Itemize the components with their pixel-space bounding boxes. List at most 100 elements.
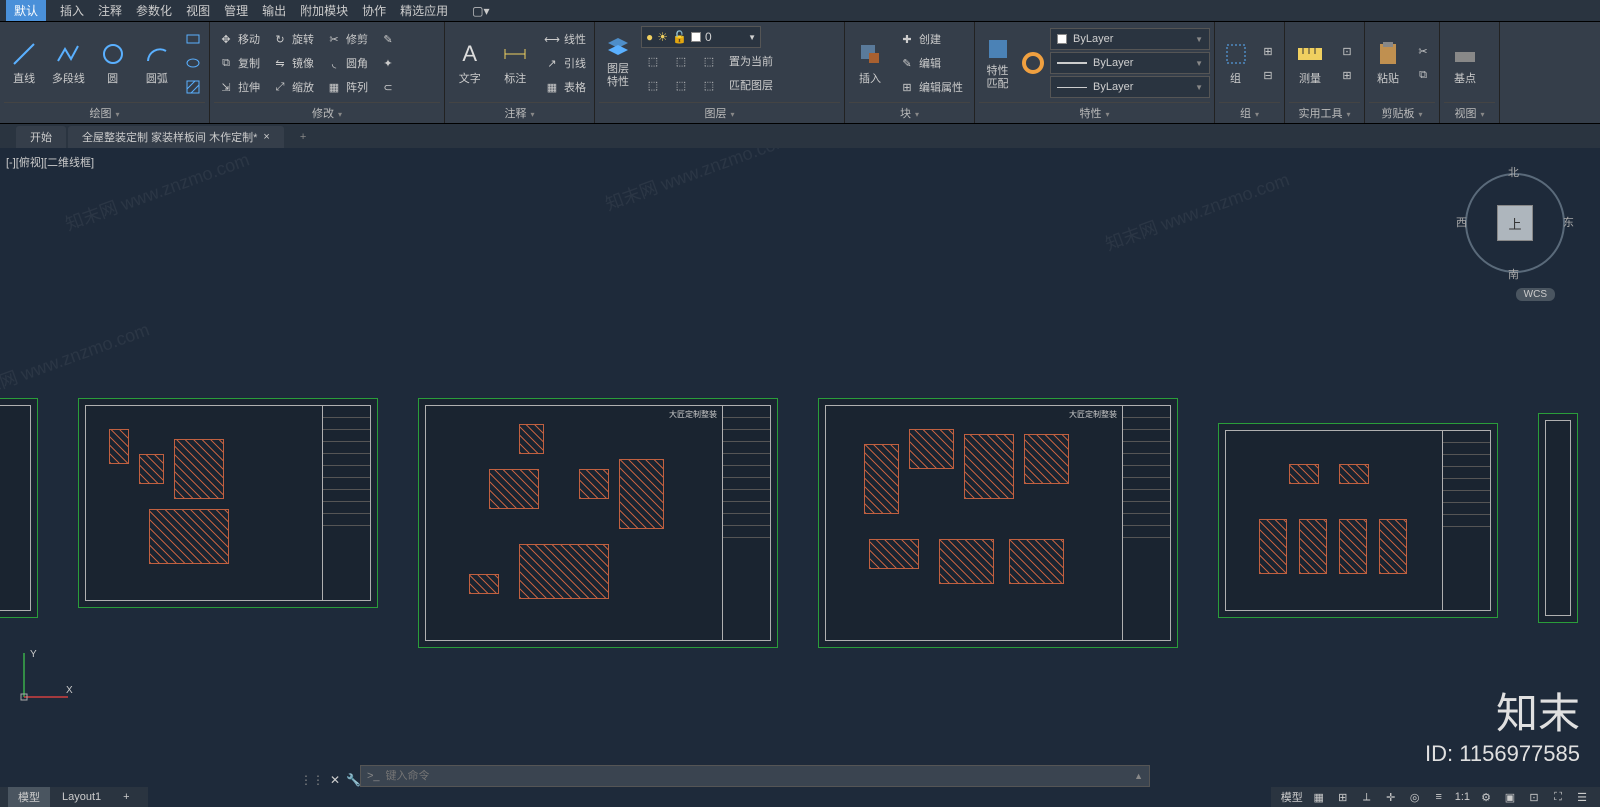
line-button[interactable]: 直线	[4, 29, 44, 97]
stretch-button[interactable]: ⇲拉伸	[214, 76, 264, 98]
viewcube-west[interactable]: 西	[1456, 214, 1467, 230]
trim-button[interactable]: ✂修剪	[322, 28, 372, 50]
menu-view[interactable]: 视图	[186, 2, 210, 19]
util-tool-2[interactable]: ⊞	[1335, 64, 1359, 86]
menu-manage[interactable]: 管理	[224, 2, 248, 19]
menu-annotate[interactable]: 注释	[98, 2, 122, 19]
menu-output[interactable]: 输出	[262, 2, 286, 19]
viewcube-south[interactable]: 南	[1508, 266, 1519, 282]
clean-screen-icon[interactable]: ⛶	[1550, 789, 1566, 805]
chevron-up-icon[interactable]: ▲	[1134, 771, 1143, 781]
panel-properties-title[interactable]: 特性	[979, 102, 1210, 123]
dimension-button[interactable]: 标注	[495, 29, 537, 97]
measure-button[interactable]: 测量	[1289, 29, 1331, 97]
annotation-scale[interactable]: 1:1	[1455, 791, 1470, 803]
panel-group-title[interactable]: 组	[1219, 102, 1280, 123]
grid-toggle-icon[interactable]: ▦	[1311, 789, 1327, 805]
arc-button[interactable]: 圆弧	[137, 29, 177, 97]
paste-button[interactable]: 粘贴	[1369, 29, 1407, 97]
close-cmdline-icon[interactable]: ✕	[330, 773, 340, 787]
menu-dropdown-icon[interactable]: ▢▾	[472, 4, 489, 18]
scale-button[interactable]: ⤢缩放	[268, 76, 318, 98]
sheet-1[interactable]	[78, 398, 378, 608]
leader-button[interactable]: ↗引线	[540, 52, 590, 74]
menu-default[interactable]: 默认	[6, 0, 46, 21]
offset-button[interactable]: ⊂	[376, 76, 400, 98]
match-properties-button[interactable]: 特性 匹配	[979, 29, 1016, 97]
layer-properties-button[interactable]: 图层 特性	[599, 30, 637, 92]
command-input[interactable]	[386, 770, 1129, 782]
group-button[interactable]: 组	[1219, 29, 1252, 97]
match-layer-button[interactable]: 匹配图层	[725, 74, 777, 96]
sheet-0[interactable]	[0, 398, 38, 618]
layer-tool-4[interactable]: ⬚	[641, 74, 665, 96]
viewport-label[interactable]: [-][俯视][二维线框]	[6, 154, 94, 170]
layout-add[interactable]: +	[113, 789, 139, 805]
viewcube-east[interactable]: 东	[1563, 214, 1574, 230]
viewcube-ring[interactable]	[1465, 173, 1565, 273]
copy-button[interactable]: ⧉复制	[214, 52, 264, 74]
lineweight-icon[interactable]: ≡	[1431, 789, 1447, 805]
edit-attr-button[interactable]: ⊞编辑属性	[895, 76, 967, 98]
move-button[interactable]: ✥移动	[214, 28, 264, 50]
layer-tool-5[interactable]: ⬚	[669, 74, 693, 96]
ucs-icon[interactable]: Y X	[16, 645, 76, 705]
snap-toggle-icon[interactable]: ⊞	[1335, 789, 1351, 805]
edit-block-button[interactable]: ✎编辑	[895, 52, 967, 74]
util-tool-1[interactable]: ⊡	[1335, 40, 1359, 62]
base-button[interactable]: 基点	[1444, 29, 1486, 97]
layer-tool-2[interactable]: ⬚	[669, 50, 693, 72]
osnap-toggle-icon[interactable]: ◎	[1407, 789, 1423, 805]
polyline-button[interactable]: 多段线	[48, 29, 88, 97]
tab-file[interactable]: 全屋整装定制 家装样板间 木作定制*×	[68, 126, 284, 148]
erase-button[interactable]: ✎	[376, 28, 400, 50]
create-block-button[interactable]: ✚创建	[895, 28, 967, 50]
layout-layout1[interactable]: Layout1	[52, 789, 111, 805]
lineweight-dropdown[interactable]: ByLayer▼	[1050, 52, 1210, 74]
tab-start[interactable]: 开始	[16, 126, 66, 148]
circle-button[interactable]: 圆	[93, 29, 133, 97]
panel-layers-title[interactable]: 图层	[599, 102, 840, 123]
sheet-4[interactable]	[1218, 423, 1498, 618]
layout-model[interactable]: 模型	[8, 787, 50, 807]
panel-modify-title[interactable]: 修改	[214, 102, 440, 123]
view-cube[interactable]: 北 南 东 西 上	[1460, 168, 1570, 278]
sheet-5[interactable]	[1538, 413, 1578, 623]
array-button[interactable]: ▦阵列	[322, 76, 372, 98]
hardware-icon[interactable]: ⊡	[1526, 789, 1542, 805]
polar-toggle-icon[interactable]: ✛	[1383, 789, 1399, 805]
rectangle-button[interactable]	[181, 28, 205, 50]
menu-addins[interactable]: 附加模块	[300, 2, 348, 19]
mirror-button[interactable]: ⇋镜像	[268, 52, 318, 74]
menu-featured[interactable]: 精选应用	[400, 2, 448, 19]
cmdline-handle-icon[interactable]: ⋮⋮	[300, 773, 324, 787]
fillet-button[interactable]: ◟圆角	[322, 52, 372, 74]
customize-cmdline-icon[interactable]: 🔧	[346, 773, 361, 787]
panel-draw-title[interactable]: 绘图	[4, 102, 205, 123]
panel-annotation-title[interactable]: 注释	[449, 102, 590, 123]
explode-button[interactable]: ✦	[376, 52, 400, 74]
make-current-button[interactable]: 置为当前	[725, 50, 777, 72]
color-dropdown[interactable]: ByLayer▼	[1050, 28, 1210, 50]
viewcube-north[interactable]: 北	[1508, 164, 1519, 180]
ortho-toggle-icon[interactable]: ⟂	[1359, 789, 1375, 805]
linear-dim-button[interactable]: ⟷线性	[540, 28, 590, 50]
customize-status-icon[interactable]: ☰	[1574, 789, 1590, 805]
menu-parametric[interactable]: 参数化	[136, 2, 172, 19]
tab-new[interactable]: +	[286, 126, 320, 148]
linetype-dropdown[interactable]: ByLayer▼	[1050, 76, 1210, 98]
layer-tool-3[interactable]: ⬚	[697, 50, 721, 72]
menu-collab[interactable]: 协作	[362, 2, 386, 19]
group-tool-2[interactable]: ⊟	[1256, 64, 1280, 86]
status-model[interactable]: 模型	[1281, 789, 1303, 805]
menu-insert[interactable]: 插入	[60, 2, 84, 19]
layer-tool-6[interactable]: ⬚	[697, 74, 721, 96]
panel-block-title[interactable]: 块	[849, 102, 970, 123]
sheet-3[interactable]: 大匠定制整装	[818, 398, 1178, 648]
isolate-icon[interactable]: ▣	[1502, 789, 1518, 805]
panel-view-title[interactable]: 视图	[1444, 102, 1495, 123]
table-button[interactable]: ▦表格	[540, 76, 590, 98]
rotate-button[interactable]: ↻旋转	[268, 28, 318, 50]
insert-block-button[interactable]: 插入	[849, 29, 891, 97]
sheet-2[interactable]: 大匠定制整装	[418, 398, 778, 648]
